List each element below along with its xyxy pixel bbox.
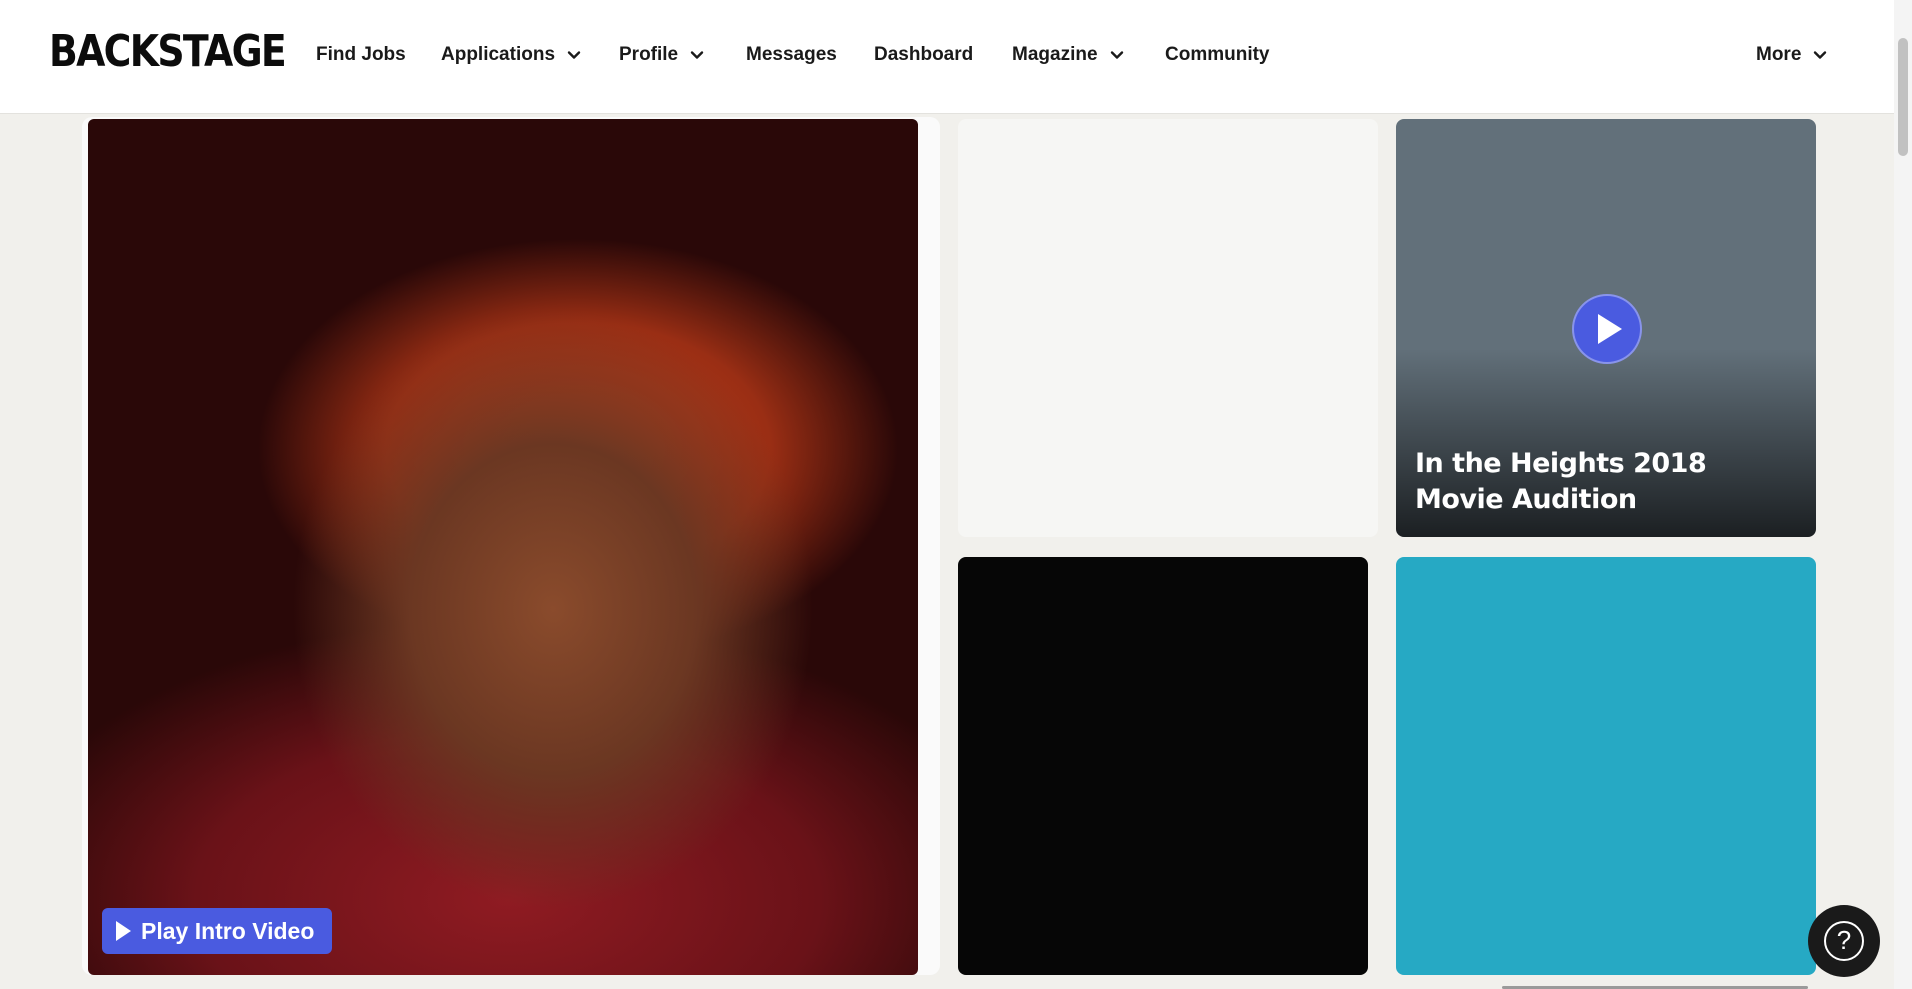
help-icon: ? bbox=[1824, 921, 1864, 961]
nav-profile-label: Profile bbox=[619, 44, 679, 65]
nav-messages[interactable]: Messages bbox=[746, 40, 837, 70]
scrollbar-thumb[interactable] bbox=[1898, 38, 1908, 156]
nav-dashboard[interactable]: Dashboard bbox=[874, 40, 973, 70]
nav-find-jobs-label: Find Jobs bbox=[316, 44, 406, 65]
play-icon bbox=[116, 921, 131, 941]
chevron-down-icon bbox=[567, 51, 581, 59]
help-button[interactable]: ? bbox=[1808, 905, 1880, 977]
nav-applications[interactable]: Applications bbox=[441, 40, 583, 70]
nav-messages-label: Messages bbox=[746, 44, 837, 65]
hero-headshot-photo[interactable] bbox=[88, 119, 918, 975]
nav-applications-label: Applications bbox=[441, 44, 556, 65]
play-intro-video-label: Play Intro Video bbox=[141, 917, 315, 944]
gallery-photo-1[interactable] bbox=[958, 119, 1378, 537]
play-icon bbox=[1598, 314, 1622, 344]
nav-community-label: Community bbox=[1165, 44, 1270, 65]
chevron-down-icon bbox=[1110, 51, 1123, 59]
nav-more-label: More bbox=[1756, 44, 1802, 65]
backstage-logo[interactable]: BACKSTAGE bbox=[49, 27, 287, 77]
nav-dashboard-label: Dashboard bbox=[874, 44, 974, 65]
nav-community[interactable]: Community bbox=[1165, 40, 1270, 70]
nav-more[interactable]: More bbox=[1756, 40, 1829, 70]
video-caption: In the Heights 2018 Movie Audition bbox=[1415, 448, 1707, 515]
nav-find-jobs[interactable]: Find Jobs bbox=[316, 40, 406, 70]
top-navigation: BACKSTAGE Find Jobs Applications Profile… bbox=[0, 0, 1894, 114]
page-scrollbar[interactable] bbox=[1894, 0, 1912, 989]
chevron-down-icon bbox=[690, 51, 704, 59]
nav-magazine[interactable]: Magazine bbox=[1012, 40, 1126, 70]
video-play-button[interactable] bbox=[1572, 294, 1642, 364]
nav-profile[interactable]: Profile bbox=[619, 40, 706, 70]
gallery-photo-2[interactable] bbox=[958, 557, 1368, 975]
nav-magazine-label: Magazine bbox=[1012, 44, 1098, 65]
play-intro-video-button[interactable]: Play Intro Video bbox=[102, 908, 333, 954]
chevron-down-icon bbox=[1814, 51, 1827, 59]
gallery-photo-3[interactable] bbox=[1396, 557, 1816, 975]
